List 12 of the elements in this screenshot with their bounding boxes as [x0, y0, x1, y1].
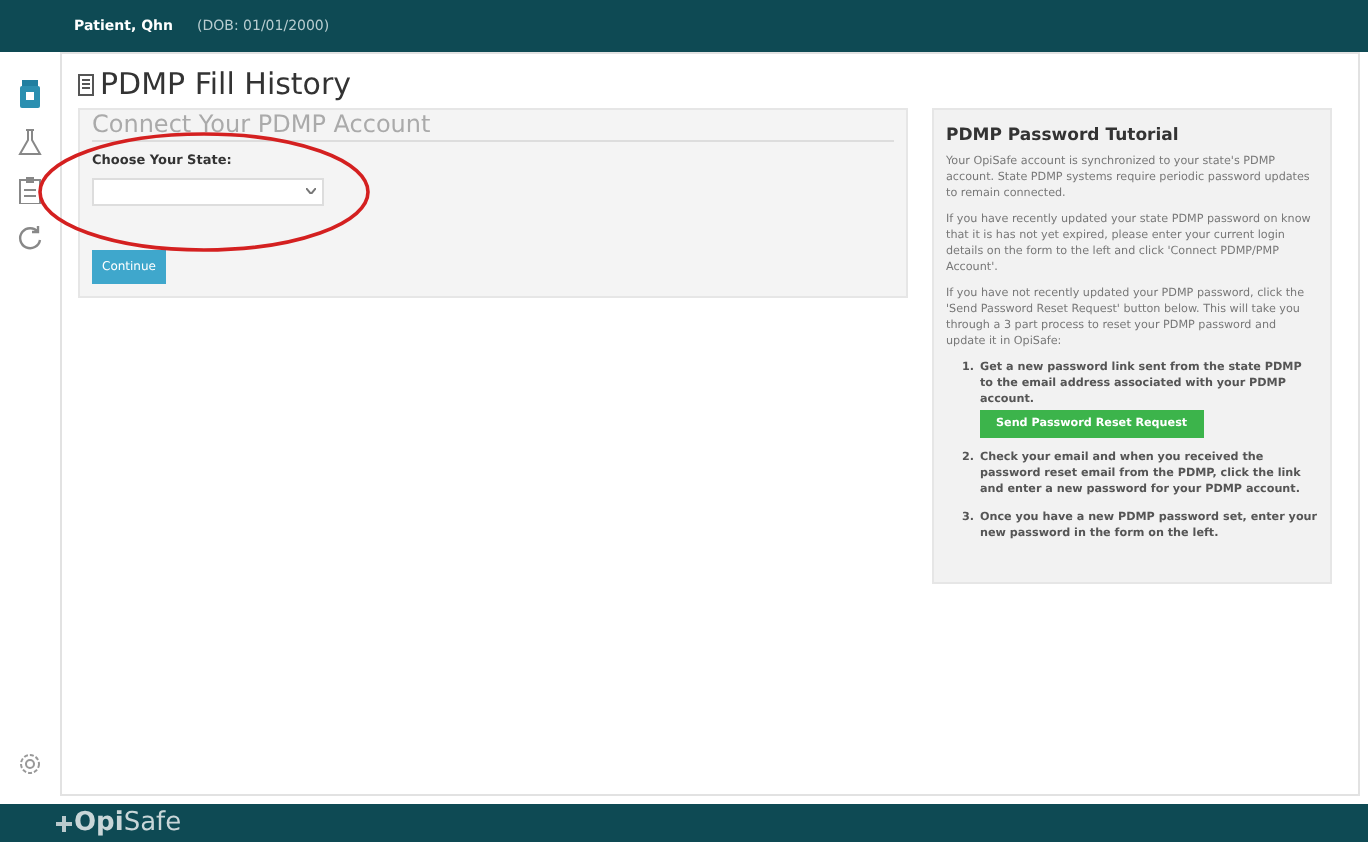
card-heading: Connect Your PDMP Account [92, 110, 894, 142]
page-title: PDMP Fill History [100, 70, 352, 100]
refresh-icon[interactable] [16, 224, 44, 252]
clipboard-icon[interactable] [18, 176, 42, 204]
logo: OpiSafe [74, 810, 182, 836]
tutorial-title: PDMP Password Tutorial [946, 126, 1181, 148]
flask-icon[interactable] [18, 128, 42, 156]
plus-icon [56, 815, 72, 831]
caret-icon [306, 188, 316, 195]
pill-bottle-icon[interactable] [18, 80, 42, 108]
settings-icon[interactable] [18, 752, 42, 776]
document-icon [78, 74, 94, 96]
